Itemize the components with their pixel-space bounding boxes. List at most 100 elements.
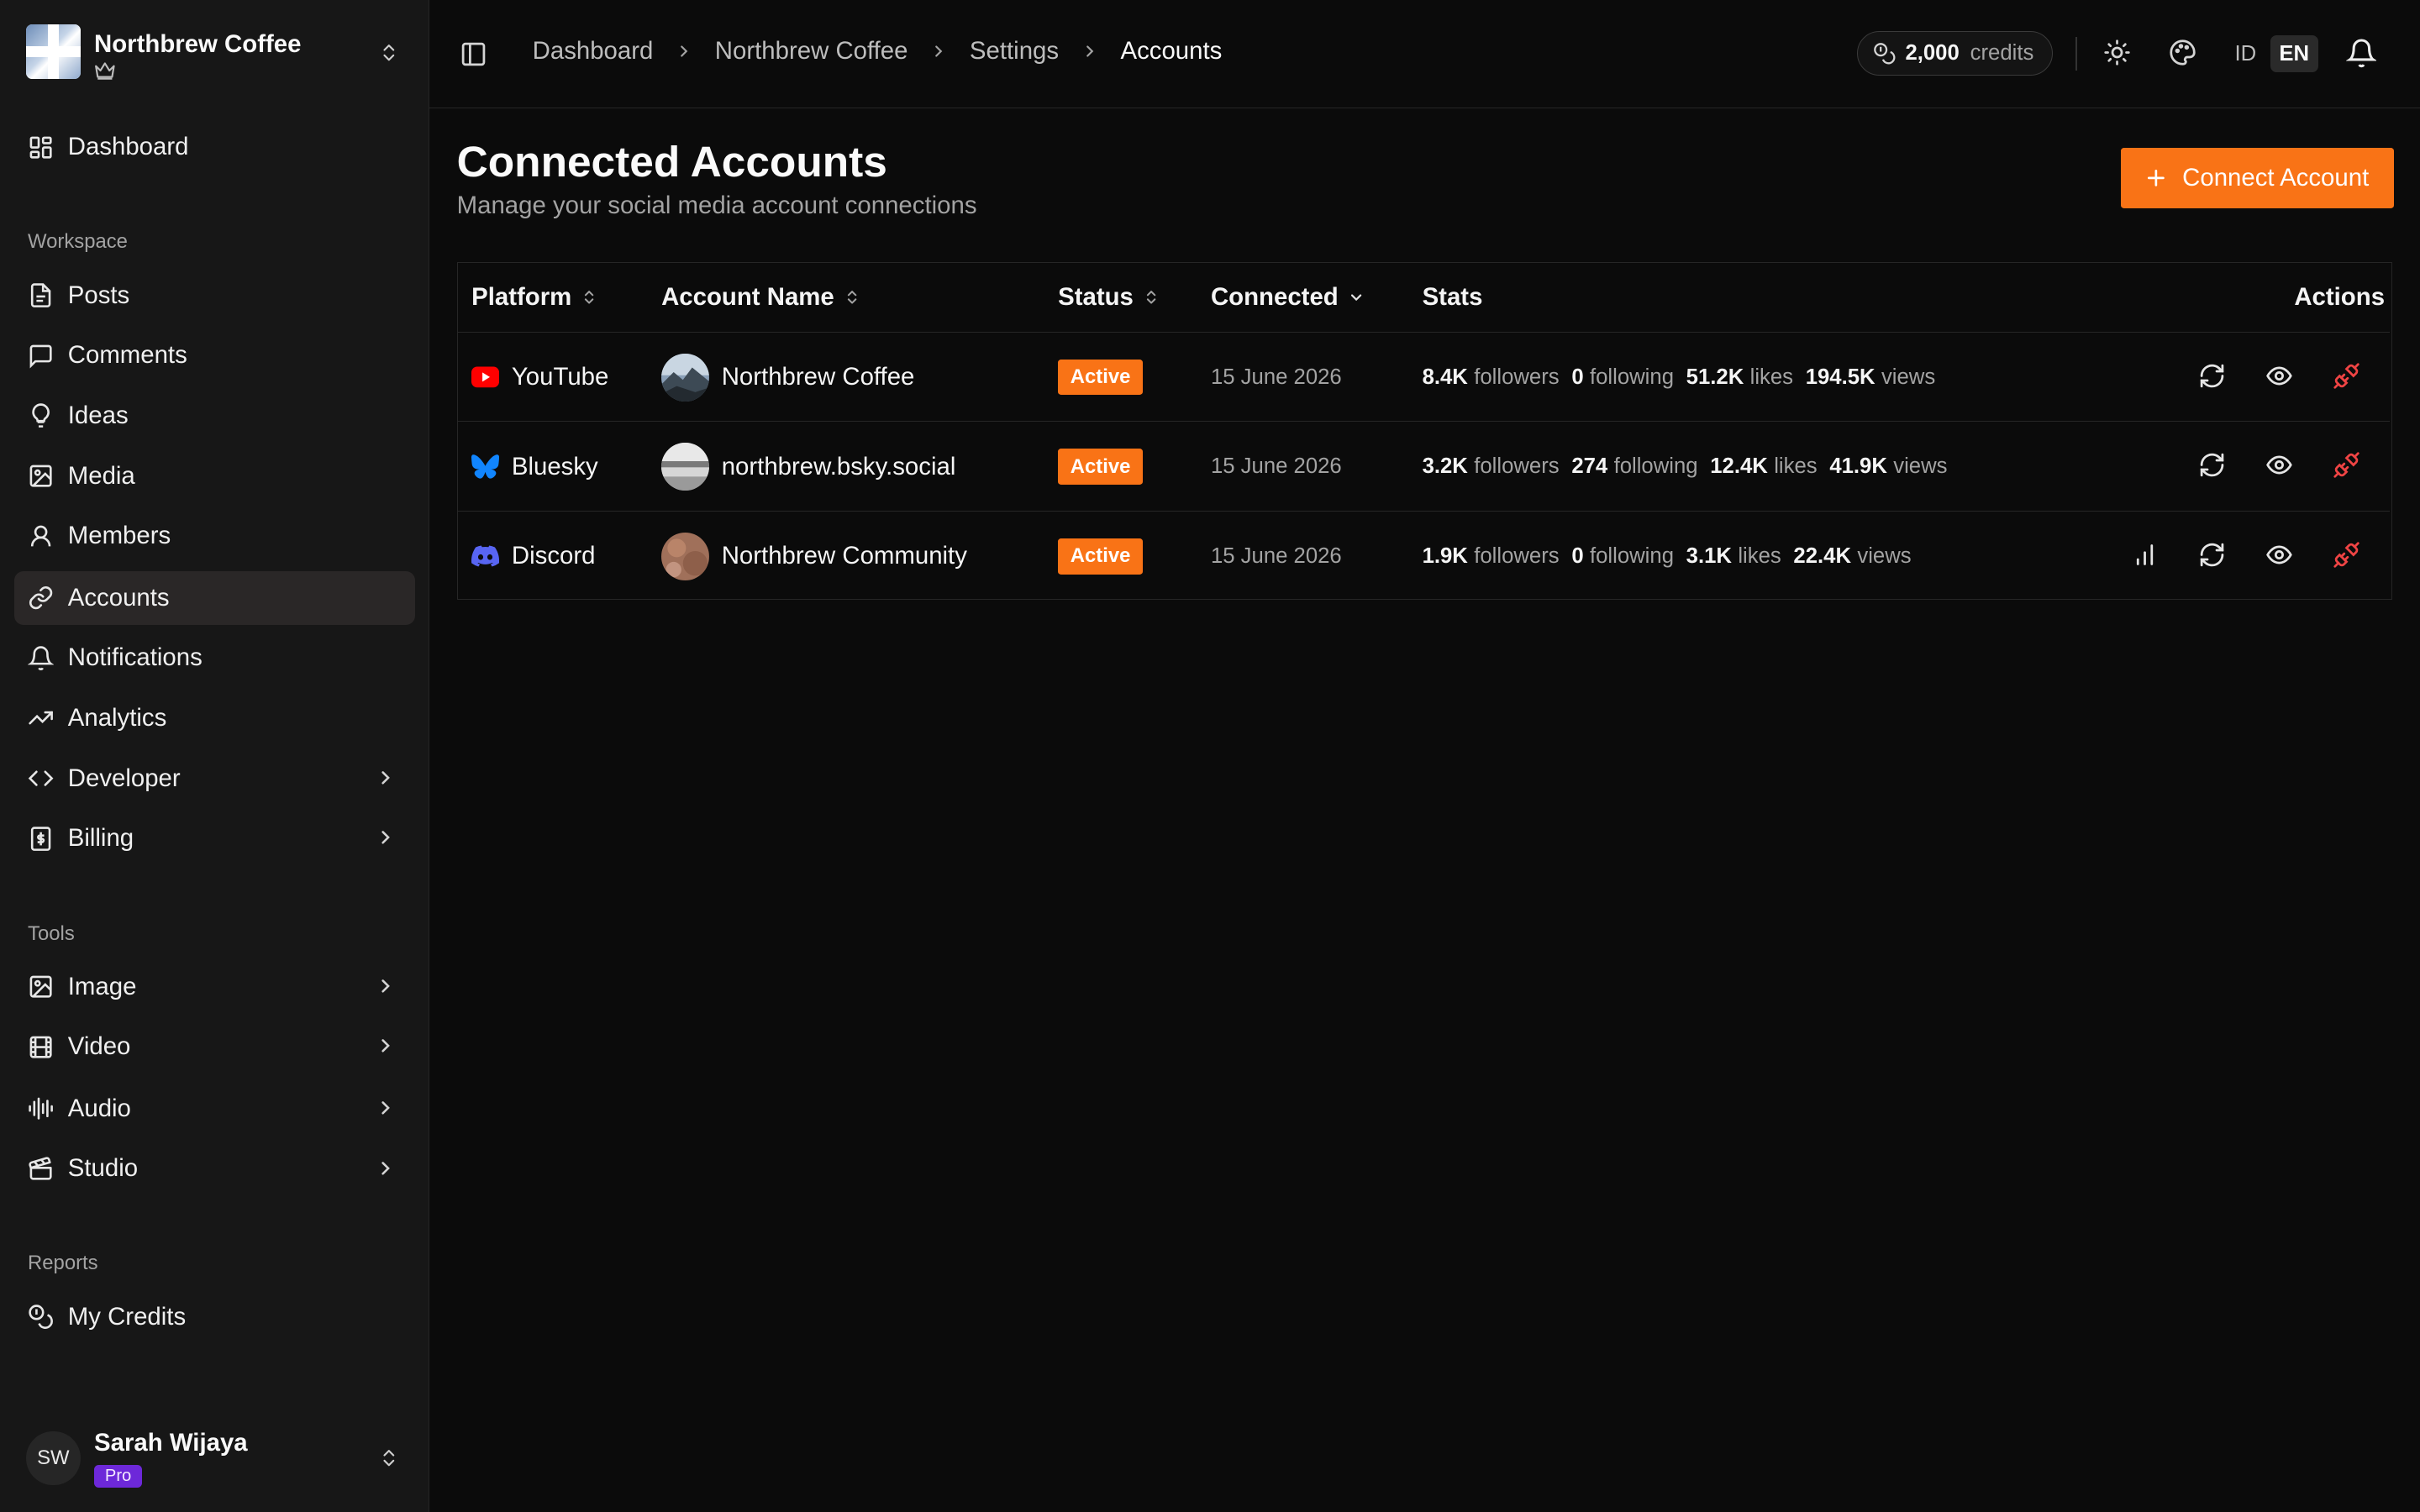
column-stats: Stats (1422, 283, 1483, 312)
stats-cell: 3.2K followers 274 following 12.4K likes 41… (1423, 422, 1960, 512)
stat-label: likes (1749, 365, 1794, 389)
divider (2075, 37, 2078, 71)
column-actions: Actions (2294, 283, 2386, 312)
chevron-right-icon (375, 767, 397, 789)
lang-id-button[interactable]: ID (2230, 35, 2261, 72)
credits-pill[interactable]: 2,000 credits (1856, 30, 2054, 76)
sidebar-item-dashboard[interactable]: Dashboard (14, 120, 416, 174)
sidebar-item-audio[interactable]: Audio (14, 1082, 416, 1136)
org-logo (26, 24, 81, 79)
status-badge: Active (1058, 449, 1144, 485)
lang-en-button[interactable]: EN (2270, 35, 2318, 73)
sidebar-item-video[interactable]: Video (14, 1020, 416, 1074)
trending-up-icon (28, 705, 54, 731)
plan-badge: Pro (94, 1465, 143, 1488)
org-switcher[interactable]: Northbrew Coffee (26, 24, 406, 83)
sidebar-item-label: Accounts (67, 583, 170, 612)
stat-following: 0 (1571, 365, 1584, 389)
sidebar-item-accounts[interactable]: Accounts (13, 570, 416, 625)
stat-followers: 1.9K (1422, 543, 1468, 568)
avatar: SW (26, 1431, 81, 1485)
sidebar-item-media[interactable]: Media (14, 449, 416, 502)
sidebar-item-billing[interactable]: Billing (14, 811, 416, 865)
bluesky-butterfly-icon (471, 454, 500, 479)
stat-views: 41.9K (1829, 454, 1887, 479)
unlink-icon[interactable] (2333, 451, 2364, 482)
connected-date: 15 June 2026 (1210, 543, 1342, 568)
sidebar-item-members[interactable]: Members (14, 509, 416, 563)
connect-account-button[interactable]: Connect Account (2120, 148, 2394, 208)
sidebar-item-analytics[interactable]: Analytics (14, 691, 416, 745)
sun-icon[interactable] (2103, 39, 2134, 70)
column-connected[interactable]: Connected (1211, 283, 1365, 312)
column-platform[interactable]: Platform (471, 283, 597, 312)
app: Northbrew Coffee Dashboard Workspace Pos… (0, 0, 2420, 1512)
chevron-right-icon (675, 42, 693, 60)
stat-label: likes (1738, 543, 1781, 568)
column-label: Status (1058, 283, 1134, 312)
sidebar-item-developer[interactable]: Developer (14, 751, 416, 805)
stat-label: views (1893, 454, 1948, 479)
image-icon (28, 463, 54, 489)
stat-label: followers (1474, 365, 1560, 389)
coins-icon (1873, 42, 1897, 66)
chevron-right-icon (1081, 42, 1099, 60)
refresh-icon[interactable] (2198, 451, 2229, 482)
link-icon (28, 585, 54, 611)
unlink-icon[interactable] (2333, 541, 2364, 572)
sidebar-item-ideas[interactable]: Ideas (14, 389, 416, 443)
sidebar-item-comments[interactable]: Comments (14, 328, 416, 382)
sidebar-item-posts[interactable]: Posts (14, 269, 416, 323)
sidebar-item-label: Ideas (67, 401, 129, 429)
sidebar-item-studio[interactable]: Studio (14, 1142, 416, 1195)
unlink-icon[interactable] (2333, 362, 2364, 393)
refresh-icon[interactable] (2198, 541, 2229, 572)
coins-icon (28, 1304, 54, 1330)
clapperboard-icon (28, 1156, 54, 1182)
account-avatar (661, 532, 710, 580)
platform-cell: Bluesky (471, 422, 598, 512)
column-status[interactable]: Status (1058, 283, 1160, 312)
account-name: northbrew.bsky.social (721, 452, 956, 480)
chevron-right-icon (375, 1035, 397, 1057)
stat-likes: 51.2K (1686, 365, 1744, 389)
sort-icon (581, 286, 597, 308)
table-row: YouTube Northbrew Coffee Active 15 June … (457, 333, 2391, 423)
code-icon (28, 765, 54, 791)
status-cell: Active (1058, 512, 1144, 601)
bell-icon[interactable] (2345, 37, 2377, 68)
refresh-icon[interactable] (2198, 362, 2229, 393)
eye-icon[interactable] (2265, 362, 2296, 393)
sidebar-item-my-credits[interactable]: My Credits (14, 1289, 416, 1343)
sidebar-item-image[interactable]: Image (14, 959, 416, 1013)
platform-cell: YouTube (471, 333, 608, 423)
breadcrumb-dashboard[interactable]: Dashboard (533, 37, 654, 66)
stat-followers: 8.4K (1422, 365, 1468, 389)
sidebar-toggle-icon[interactable] (460, 40, 487, 68)
palette-icon[interactable] (2169, 39, 2200, 70)
account-cell: Northbrew Coffee (661, 333, 914, 423)
breadcrumb-org[interactable]: Northbrew Coffee (715, 37, 908, 66)
table-row: Discord Northbrew Community Active 15 Ju… (458, 512, 2391, 601)
breadcrumb-current: Accounts (1120, 37, 1223, 66)
user-menu[interactable]: SW Sarah Wijaya Pro (26, 1427, 406, 1488)
bell-icon (28, 645, 55, 671)
stat-label: followers (1474, 543, 1560, 568)
sidebar-item-label: Members (67, 522, 171, 550)
column-account-name[interactable]: Account Name (661, 283, 860, 312)
bar-chart-icon[interactable] (2131, 541, 2162, 572)
connected-date: 15 June 2026 (1210, 454, 1342, 479)
chevron-right-icon (375, 975, 397, 997)
message-square-icon (28, 343, 54, 369)
connect-account-label: Connect Account (2182, 164, 2370, 192)
stat-following: 0 (1571, 543, 1584, 568)
eye-icon[interactable] (2265, 541, 2296, 572)
eye-icon[interactable] (2265, 451, 2296, 482)
stat-label: views (1881, 365, 1936, 389)
page-subtitle: Manage your social media account connect… (456, 191, 977, 219)
chevron-right-icon (929, 42, 948, 60)
breadcrumb-settings[interactable]: Settings (970, 37, 1059, 66)
status-cell: Active (1058, 422, 1144, 512)
column-label: Connected (1210, 283, 1339, 312)
sidebar-item-notifications[interactable]: Notifications (14, 631, 416, 685)
